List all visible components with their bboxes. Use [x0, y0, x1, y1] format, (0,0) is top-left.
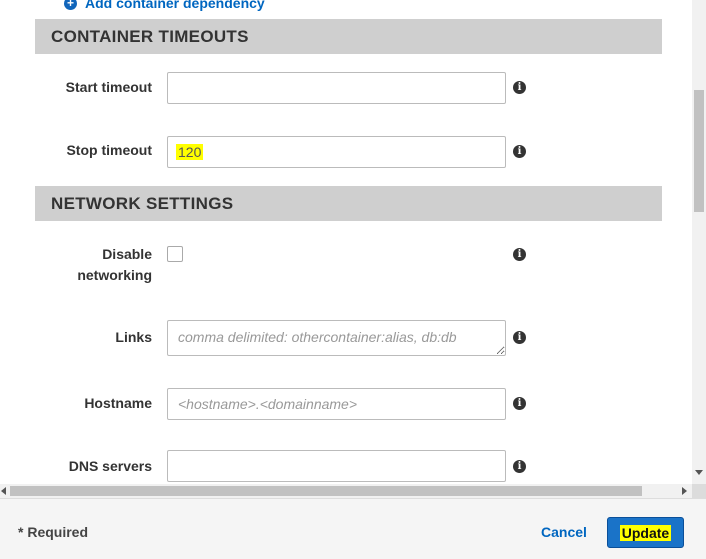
dns-servers-label: DNS servers: [68, 458, 152, 474]
links-label: Links: [115, 329, 152, 345]
vertical-scrollbar[interactable]: [692, 0, 706, 484]
start-timeout-info-icon[interactable]: i: [513, 81, 526, 94]
dns-servers-input[interactable]: [167, 450, 506, 482]
stop-timeout-label: Stop timeout: [66, 142, 152, 158]
horizontal-scrollbar-thumb[interactable]: [10, 486, 642, 496]
hostname-label: Hostname: [84, 395, 152, 411]
start-timeout-input[interactable]: [167, 72, 506, 104]
update-button-label: Update: [619, 524, 672, 541]
container-timeouts-header: CONTAINER TIMEOUTS: [35, 19, 662, 54]
task-definition-form: + Add container dependency CONTAINER TIM…: [0, 0, 692, 484]
disable-networking-info-icon[interactable]: i: [513, 248, 526, 261]
add-container-dependency-label: Add container dependency: [85, 0, 265, 11]
stop-timeout-input[interactable]: 120: [167, 136, 506, 168]
dns-servers-info-icon[interactable]: i: [513, 460, 526, 473]
vertical-scrollbar-thumb[interactable]: [694, 90, 704, 212]
disable-networking-label-line1: Disable: [102, 246, 152, 262]
network-settings-header: NETWORK SETTINGS: [35, 186, 662, 221]
links-info-icon[interactable]: i: [513, 331, 526, 344]
add-container-dependency-link[interactable]: + Add container dependency: [64, 0, 265, 12]
scroll-down-arrow-icon[interactable]: [695, 470, 703, 475]
update-button[interactable]: Update: [607, 517, 684, 548]
horizontal-scrollbar[interactable]: [0, 484, 692, 498]
scroll-right-arrow-icon[interactable]: [682, 487, 687, 495]
required-note: * Required: [18, 524, 89, 540]
plus-circle-icon: +: [64, 0, 77, 10]
stop-timeout-info-icon[interactable]: i: [513, 145, 526, 158]
start-timeout-label: Start timeout: [65, 79, 152, 95]
scroll-left-arrow-icon[interactable]: [1, 487, 6, 495]
hostname-info-icon[interactable]: i: [513, 397, 526, 410]
container-timeouts-title: CONTAINER TIMEOUTS: [51, 26, 249, 46]
cancel-button[interactable]: Cancel: [541, 524, 587, 540]
disable-networking-label-line2: networking: [77, 267, 152, 283]
disable-networking-label: Disable networking: [34, 244, 152, 286]
disable-networking-checkbox[interactable]: [167, 246, 183, 262]
hostname-input[interactable]: [167, 388, 506, 420]
scrollbar-corner: [692, 484, 706, 498]
network-settings-title: NETWORK SETTINGS: [51, 193, 234, 213]
links-textarea[interactable]: [167, 320, 506, 356]
stop-timeout-value: 120: [176, 144, 204, 160]
modal-footer: * Required Cancel Update: [0, 498, 706, 559]
